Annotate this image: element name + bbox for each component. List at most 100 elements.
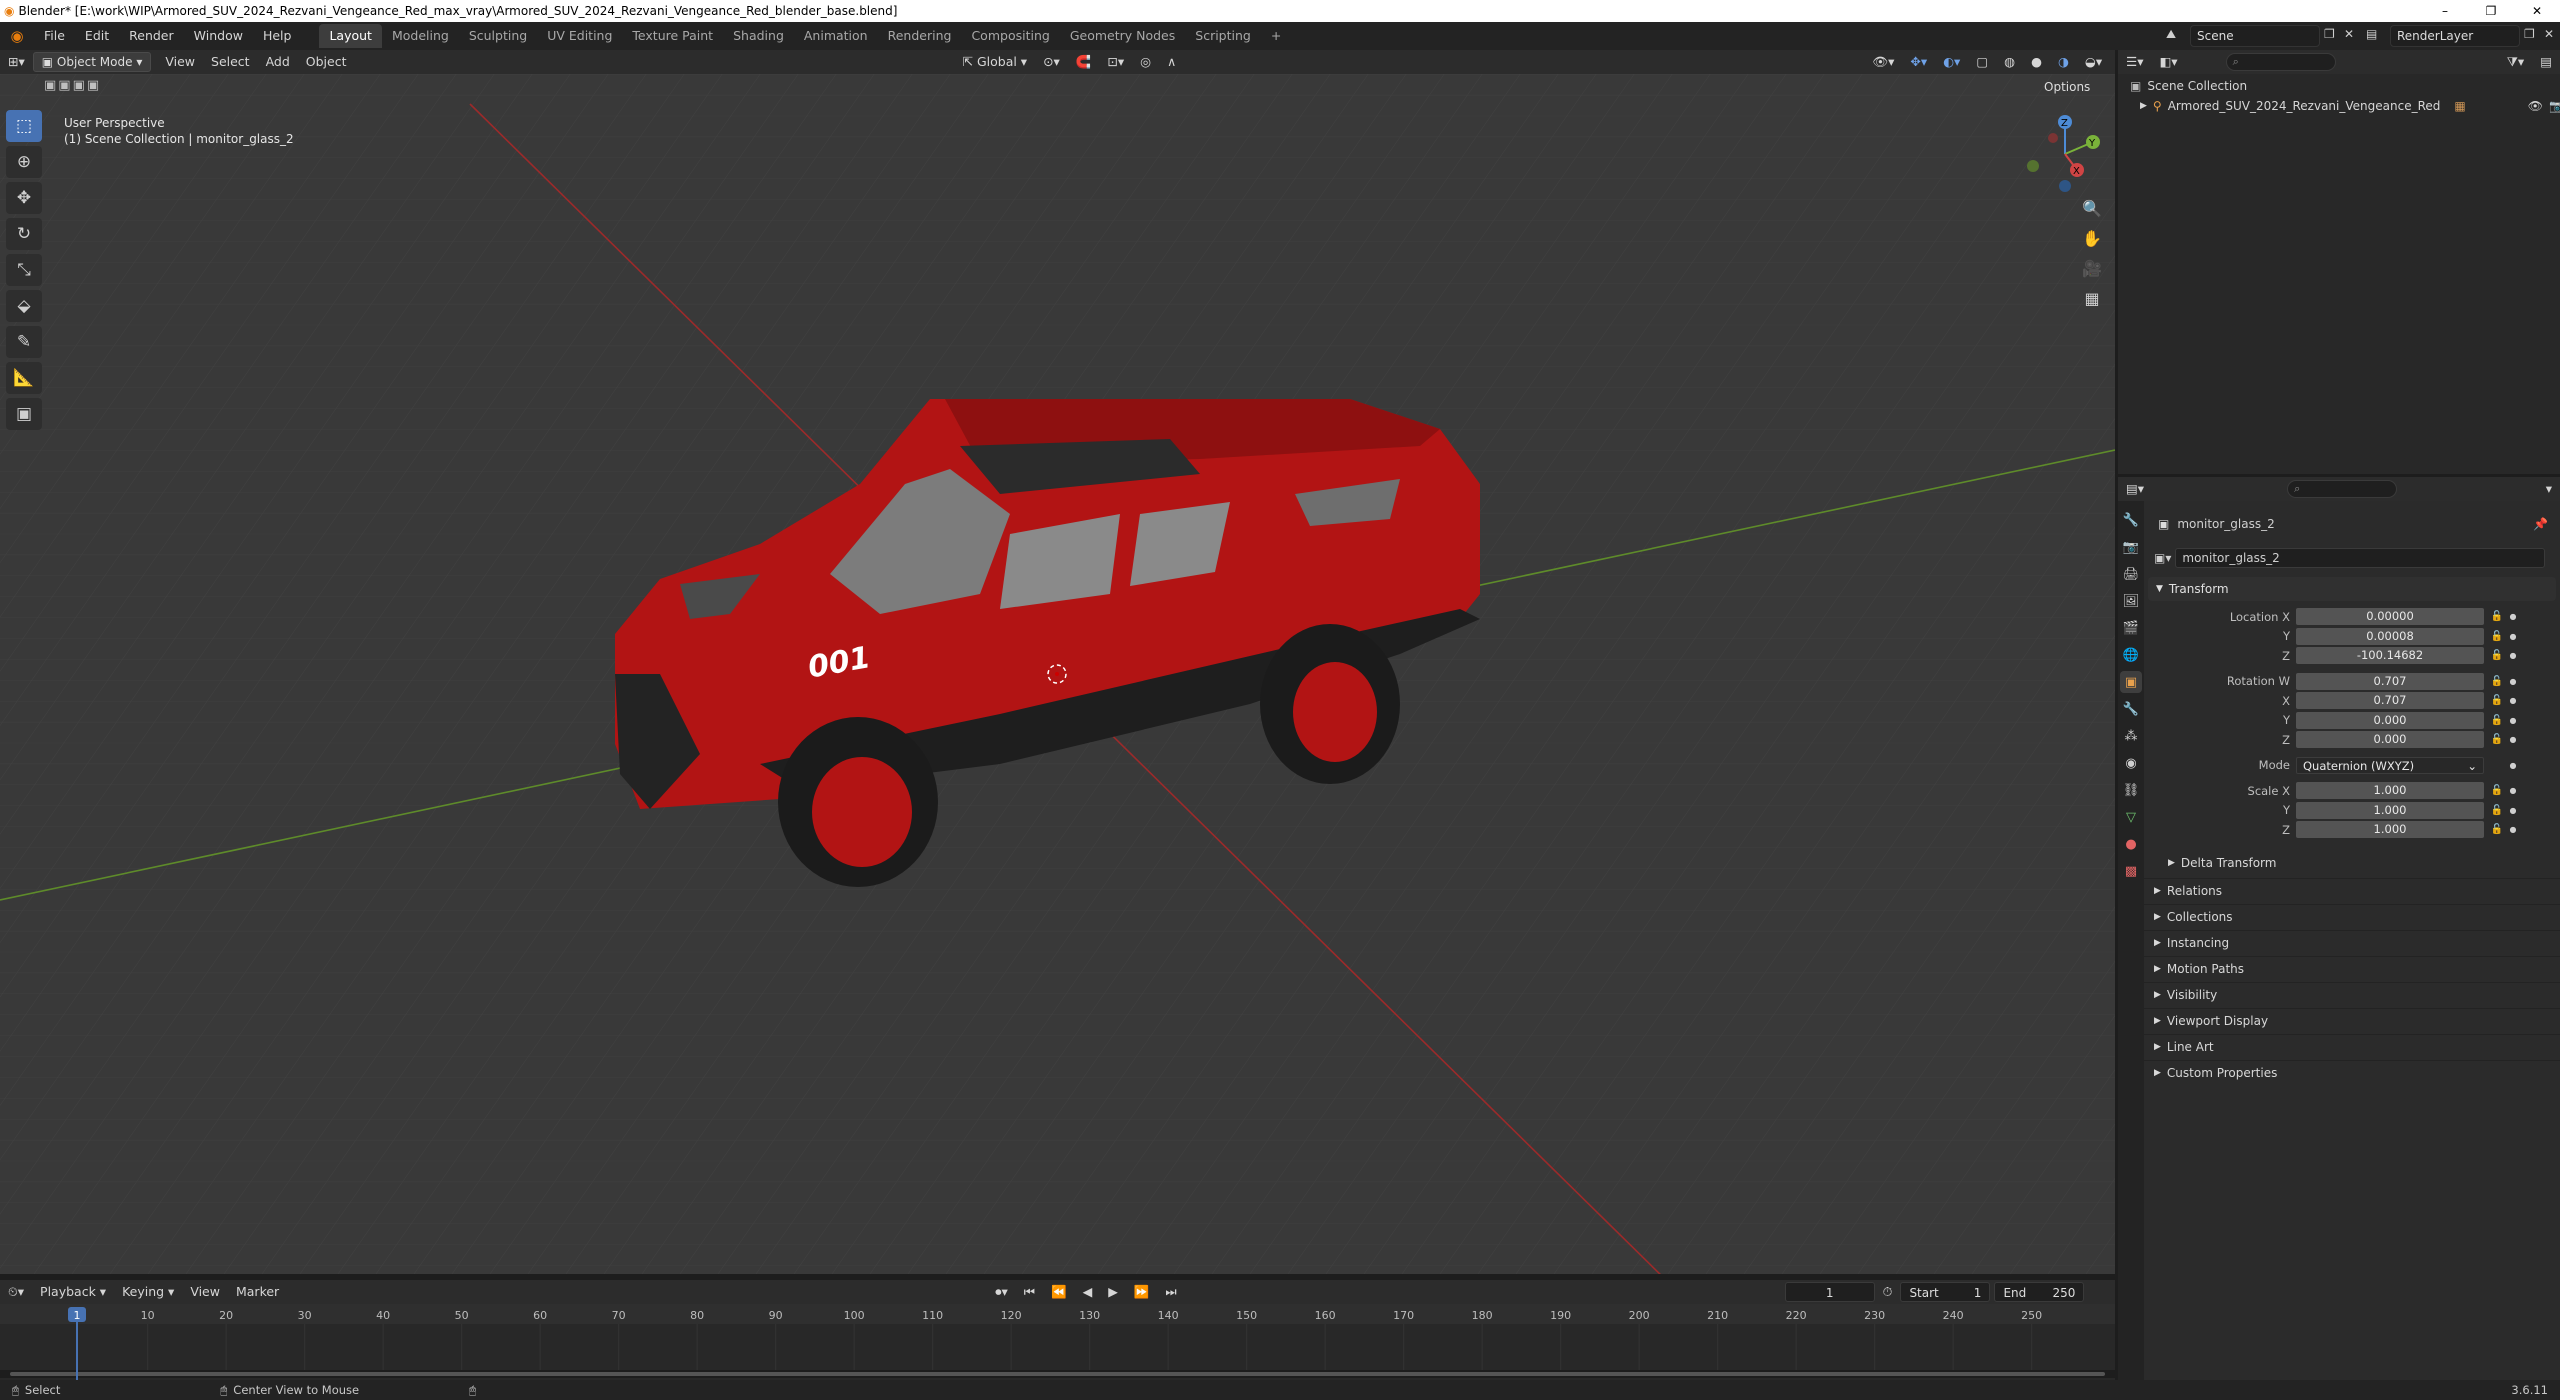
keyframe-dot-icon[interactable]: ●	[2506, 786, 2520, 795]
keyframe-dot-icon[interactable]: ●	[2506, 825, 2520, 834]
lock-icon[interactable]: 🔓	[2488, 650, 2506, 661]
visibility-panel[interactable]: ▶ Visibility	[2144, 981, 2560, 1008]
keyframe-dot-icon[interactable]: ●	[2506, 677, 2520, 686]
jump-end-icon[interactable]: ⏭	[1157, 1282, 1184, 1302]
shading-wireframe-icon[interactable]: ◍	[1996, 52, 2023, 72]
lock-icon[interactable]: 🔓	[2488, 824, 2506, 835]
menu-file[interactable]: File	[34, 25, 75, 47]
preview-range-icon[interactable]: ⏱	[1875, 1282, 1901, 1302]
outliner-scene-collection[interactable]: ▣ Scene Collection	[2118, 76, 2560, 96]
scene-icon[interactable]: ⛰	[2166, 27, 2176, 42]
overlays-icon[interactable]: ◐▾	[1935, 52, 1968, 72]
transform-panel-header[interactable]: ▼ Transform	[2148, 577, 2556, 601]
menu-marker[interactable]: Marker	[228, 1282, 287, 1302]
move-tool[interactable]: ✥	[6, 182, 42, 214]
end-frame-field[interactable]: End 250	[1994, 1282, 2085, 1302]
properties-editor-icon[interactable]: ▤▾	[2118, 479, 2152, 499]
lock-icon[interactable]: 🔓	[2488, 715, 2506, 726]
viewport-display-panel[interactable]: ▶ Viewport Display	[2144, 1007, 2560, 1034]
output-tab-icon[interactable]: 🖨	[2120, 563, 2142, 585]
properties-search-input[interactable]: ⌕	[2287, 480, 2398, 498]
menu-render[interactable]: Render	[119, 25, 184, 47]
scene-tab-icon[interactable]: 🎬	[2120, 617, 2142, 639]
tab-animation[interactable]: Animation	[794, 24, 878, 48]
line-art-panel[interactable]: ▶ Line Art	[2144, 1033, 2560, 1060]
options-button[interactable]: Options	[2044, 80, 2090, 94]
motion-paths-panel[interactable]: ▶ Motion Paths	[2144, 955, 2560, 982]
zoom-icon[interactable]: 🔍	[2078, 194, 2106, 222]
collections-panel[interactable]: ▶ Collections	[2144, 903, 2560, 930]
select-box-tool[interactable]: ⬚	[6, 110, 42, 142]
pin-icon[interactable]: 📌	[2533, 517, 2548, 531]
close-button[interactable]: ✕	[2514, 0, 2560, 22]
timeline-area[interactable]: 10 20 30 40 50 60 70 80 90 100 110 120 130 140 150 160 1…	[0, 1304, 2115, 1384]
camera-view-icon[interactable]: 🎥	[2078, 254, 2106, 282]
view-layer-tab-icon[interactable]: 🖼	[2120, 590, 2142, 612]
keyframe-dot-icon[interactable]: ●	[2506, 735, 2520, 744]
lock-icon[interactable]: 🔓	[2488, 631, 2506, 642]
disable-render-icon[interactable]: 📷	[2549, 99, 2560, 113]
lock-icon[interactable]: 🔓	[2488, 805, 2506, 816]
annotate-tool[interactable]: ✎	[6, 326, 42, 358]
jump-start-icon[interactable]: ⏮	[1016, 1282, 1043, 1302]
timeline-editor-icon[interactable]: ⏲▾	[0, 1282, 32, 1302]
rotation-w-field[interactable]: 0.707	[2296, 672, 2484, 690]
particles-tab-icon[interactable]: ⁂	[2120, 725, 2142, 747]
add-workspace-button[interactable]: +	[1261, 24, 1291, 48]
shading-solid-icon[interactable]: ●	[2023, 52, 2050, 72]
menu-view[interactable]: View	[157, 52, 203, 72]
scale-x-field[interactable]: 1.000	[2296, 782, 2484, 800]
ortho-grid-icon[interactable]: ▦	[2078, 284, 2106, 312]
physics-tab-icon[interactable]: ◉	[2120, 752, 2142, 774]
tool-tab-icon[interactable]: 🔧	[2120, 509, 2142, 531]
tab-shading[interactable]: Shading	[723, 24, 794, 48]
record-icon[interactable]: ⏺▾	[987, 1282, 1016, 1302]
rotation-x-field[interactable]: 0.707	[2296, 692, 2484, 710]
menu-object[interactable]: Object	[298, 52, 355, 72]
render-tab-icon[interactable]: 📷	[2120, 536, 2142, 558]
world-tab-icon[interactable]: 🌐	[2120, 644, 2142, 666]
relations-panel[interactable]: ▶ Relations	[2144, 877, 2560, 904]
scale-z-field[interactable]: 1.000	[2296, 821, 2484, 839]
menu-help[interactable]: Help	[253, 25, 302, 47]
transform-orientation-dropdown[interactable]: ⇱ Global ▾	[955, 52, 1036, 72]
datablock-icon[interactable]: ▣▾	[2154, 551, 2171, 565]
custom-properties-panel[interactable]: ▶ Custom Properties	[2144, 1059, 2560, 1086]
pan-hand-icon[interactable]: ✋	[2078, 224, 2106, 252]
menu-select[interactable]: Select	[203, 52, 258, 72]
material-tab-icon[interactable]: ●	[2120, 833, 2142, 855]
play-icon[interactable]: ▶	[1100, 1282, 1126, 1302]
tab-layout[interactable]: Layout	[319, 24, 382, 48]
menu-keying[interactable]: Keying ▾	[114, 1282, 182, 1302]
xray-icon[interactable]: ▢	[1968, 52, 1996, 72]
new-layer-icon[interactable]: ❐	[2524, 27, 2535, 41]
lock-icon[interactable]: 🔓	[2488, 695, 2506, 706]
jump-keyframe-forward-icon[interactable]: ⏩	[1126, 1282, 1158, 1302]
tab-modeling[interactable]: Modeling	[382, 24, 459, 48]
falloff-icon[interactable]: ∧	[1159, 52, 1184, 72]
scale-y-field[interactable]: 1.000	[2296, 801, 2484, 819]
gizmo-neg-x-icon[interactable]	[2048, 133, 2058, 143]
play-reverse-icon[interactable]: ◀	[1075, 1282, 1101, 1302]
keyframe-dot-icon[interactable]: ●	[2506, 632, 2520, 641]
restore-button[interactable]: ❐	[2468, 0, 2514, 22]
keyframe-dot-icon[interactable]: ●	[2506, 612, 2520, 621]
object-name-field[interactable]: monitor_glass_2	[2175, 548, 2546, 568]
shading-material-icon[interactable]: ◑	[2050, 52, 2077, 72]
tab-sculpting[interactable]: Sculpting	[459, 24, 537, 48]
3d-viewport[interactable]: 001 User Perspective (1) Scene Collectio…	[0, 74, 2115, 1274]
menu-timeline-view[interactable]: View	[182, 1282, 228, 1302]
location-z-field[interactable]: -100.14682	[2296, 647, 2484, 665]
editor-type-icon[interactable]: ⊞▾	[0, 52, 33, 72]
lock-icon[interactable]: 🔓	[2488, 734, 2506, 745]
gizmo-neg-z-icon[interactable]	[2059, 180, 2071, 192]
menu-window[interactable]: Window	[184, 25, 253, 47]
location-x-field[interactable]: 0.00000	[2296, 608, 2484, 626]
selection-mode-icons[interactable]: ▣▣▣▣	[44, 78, 101, 93]
mode-dropdown[interactable]: ▣ Object Mode ▾	[32, 52, 152, 72]
expand-arrow-icon[interactable]: ▶	[2140, 101, 2147, 111]
start-frame-field[interactable]: Start 1	[1900, 1282, 1991, 1302]
constraints-tab-icon[interactable]: ⛓	[2120, 779, 2142, 801]
transform-tool[interactable]: ⬙	[6, 290, 42, 322]
render-layer-icon[interactable]: ▤	[2366, 27, 2377, 41]
